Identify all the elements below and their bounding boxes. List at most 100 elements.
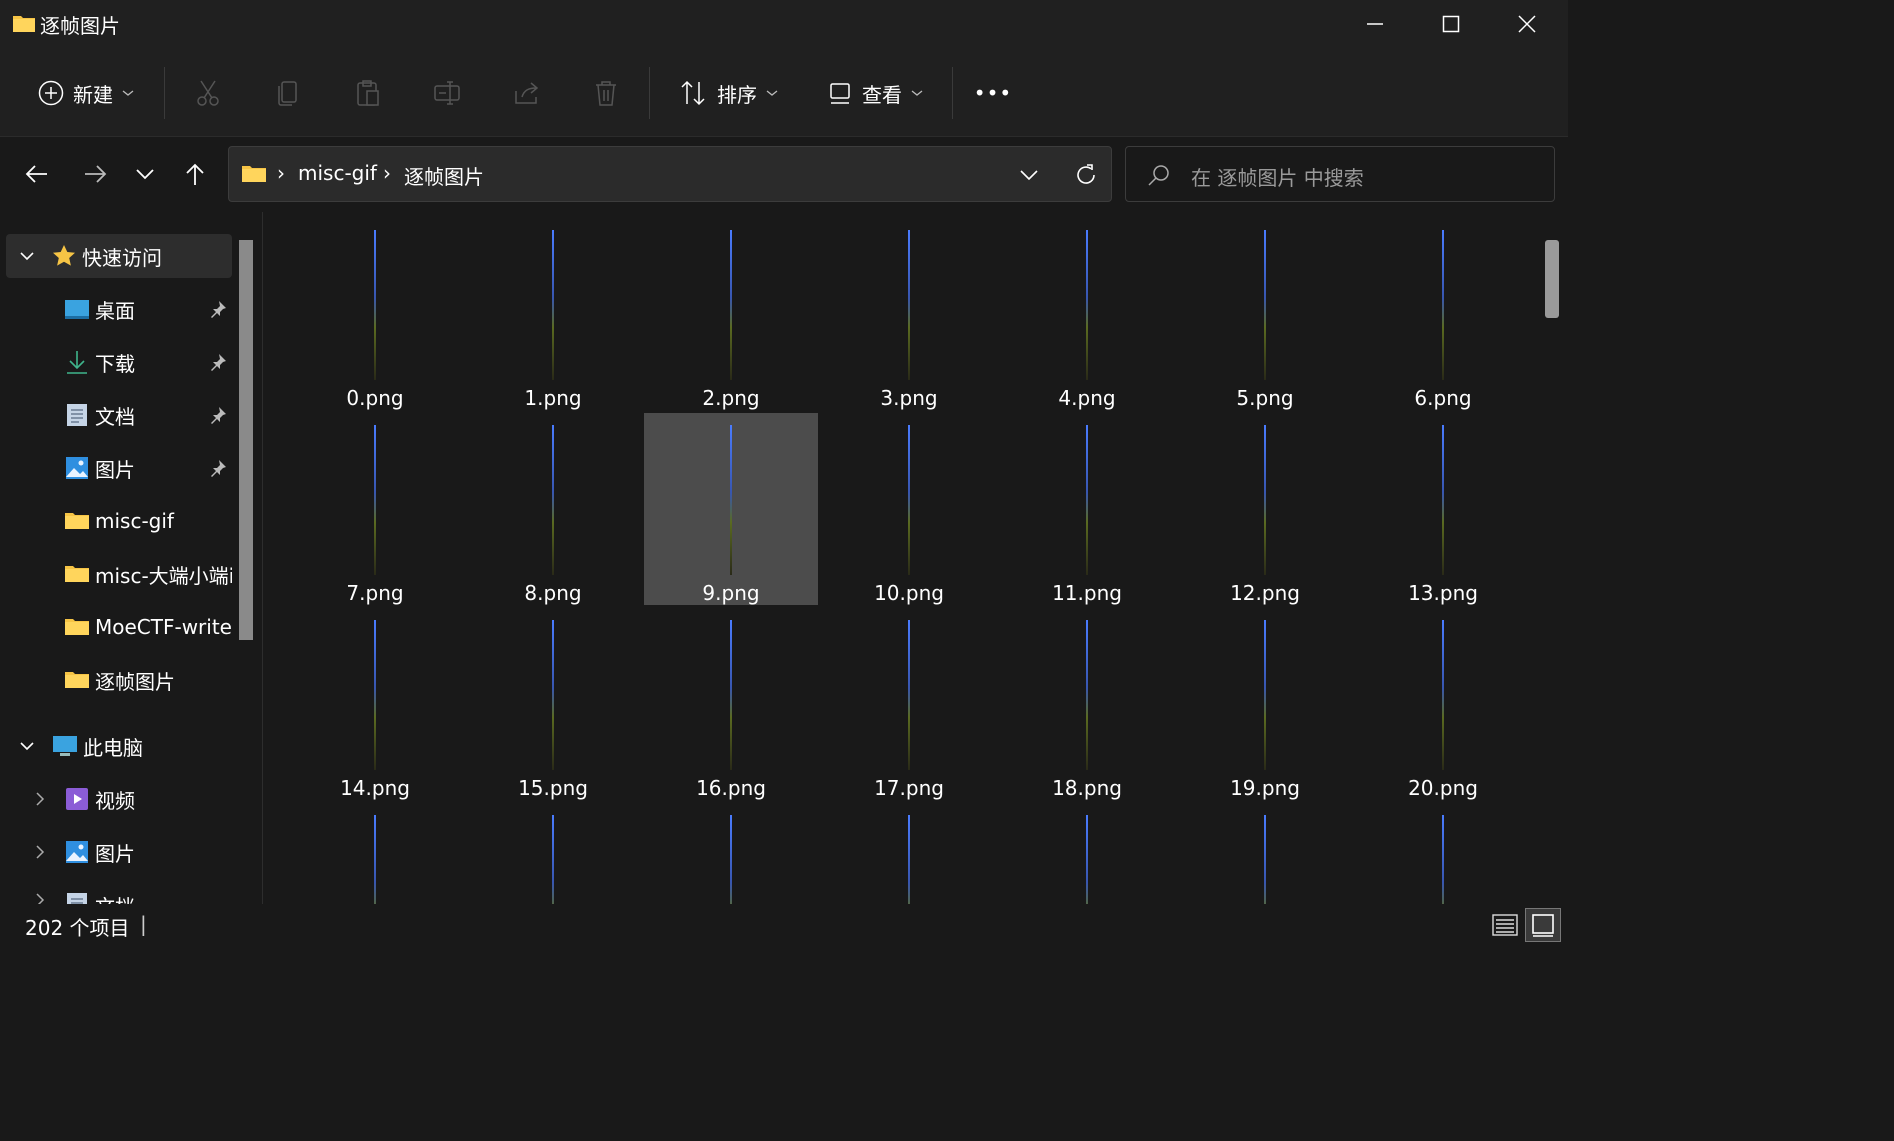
file-item[interactable]: 2.png — [644, 218, 818, 410]
image-thumbnail — [552, 620, 554, 770]
file-item[interactable]: 1.png — [466, 218, 640, 410]
content-scrollbar[interactable] — [1545, 240, 1559, 318]
folder-icon — [13, 16, 35, 32]
breadcrumb-separator: › — [383, 161, 391, 185]
address-dropdown-button[interactable] — [1015, 161, 1043, 189]
file-item[interactable]: 13.png — [1356, 413, 1530, 605]
image-thumbnail — [1086, 230, 1088, 380]
chevron-right-icon — [36, 792, 45, 806]
file-item[interactable]: 10.png — [822, 413, 996, 605]
status-bar: 202 个项目 | — [0, 904, 1568, 945]
breadcrumb-misc-gif[interactable]: misc-gif — [298, 161, 377, 185]
file-item[interactable]: 4.png — [1000, 218, 1174, 410]
document-icon — [67, 404, 87, 426]
file-item[interactable]: 14.png — [288, 608, 462, 800]
file-item[interactable] — [1000, 803, 1174, 904]
document-icon — [67, 893, 87, 904]
sidebar-item-videos[interactable]: 视频 — [0, 777, 232, 821]
sidebar-item-pc-documents[interactable]: 文档 — [0, 883, 232, 904]
file-item[interactable]: 0.png — [288, 218, 462, 410]
file-item[interactable]: 7.png — [288, 413, 462, 605]
recent-locations-button[interactable] — [132, 159, 158, 189]
sidebar-scrollbar[interactable] — [239, 240, 253, 640]
image-thumbnail — [730, 620, 732, 770]
pin-icon[interactable] — [208, 405, 228, 425]
more-options-button[interactable]: ••• — [970, 65, 1016, 121]
file-name: 20.png — [1408, 776, 1478, 800]
file-item[interactable]: 16.png — [644, 608, 818, 800]
refresh-button[interactable] — [1071, 160, 1101, 190]
sidebar-item-moectf-writeup[interactable]: MoeCTF-writeu — [0, 605, 232, 649]
file-item[interactable]: 17.png — [822, 608, 996, 800]
share-button[interactable] — [507, 65, 547, 121]
file-item[interactable] — [1356, 803, 1530, 904]
file-item[interactable]: 6.png — [1356, 218, 1530, 410]
maximize-button[interactable] — [1413, 0, 1489, 48]
details-view-icon — [1492, 914, 1518, 936]
file-item[interactable] — [288, 803, 462, 904]
large-icons-view-button[interactable] — [1525, 908, 1561, 942]
pin-icon[interactable] — [208, 352, 228, 372]
file-name: 1.png — [524, 386, 582, 410]
sidebar-item-documents[interactable]: 文档 — [0, 393, 232, 437]
sidebar-item-pc-pictures[interactable]: 图片 — [0, 830, 232, 874]
forward-button[interactable] — [78, 157, 112, 191]
more-icon: ••• — [973, 81, 1013, 105]
file-item[interactable]: 3.png — [822, 218, 996, 410]
minimize-button[interactable] — [1337, 0, 1413, 48]
sidebar-this-pc[interactable]: 此电脑 — [0, 724, 232, 768]
file-item[interactable]: 12.png — [1178, 413, 1352, 605]
view-button[interactable]: 查看 — [824, 65, 928, 121]
sidebar-item-misc-endian[interactable]: misc-大端小端i — [0, 552, 232, 596]
sidebar-item-pictures[interactable]: 图片 — [0, 446, 232, 490]
image-thumbnail — [730, 815, 732, 904]
file-item[interactable] — [466, 803, 640, 904]
cut-button[interactable] — [188, 65, 228, 121]
file-item[interactable]: 9.png — [644, 413, 818, 605]
sidebar-item-frames-folder[interactable]: 逐帧图片 — [0, 658, 232, 702]
search-icon — [1148, 165, 1169, 186]
sidebar-quick-access[interactable]: 快速访问 — [6, 234, 232, 278]
toolbar-separator — [649, 67, 650, 119]
file-name: 5.png — [1236, 386, 1294, 410]
file-item[interactable]: 18.png — [1000, 608, 1174, 800]
file-item[interactable]: 20.png — [1356, 608, 1530, 800]
file-name: 0.png — [346, 386, 404, 410]
toolbar-separator — [952, 67, 953, 119]
file-name: 10.png — [874, 581, 944, 605]
chevron-right-icon — [36, 845, 45, 859]
rename-button[interactable] — [427, 65, 467, 121]
file-name: 8.png — [524, 581, 582, 605]
file-item[interactable]: 8.png — [466, 413, 640, 605]
image-thumbnail — [1264, 425, 1266, 575]
breadcrumb-current-folder[interactable]: 逐帧图片 — [404, 161, 484, 190]
file-item[interactable] — [1178, 803, 1352, 904]
sidebar-item-downloads[interactable]: 下载 — [0, 340, 232, 384]
image-thumbnail — [1442, 815, 1444, 904]
search-box[interactable]: 在 逐帧图片 中搜索 — [1125, 146, 1555, 202]
address-bar[interactable]: › misc-gif › 逐帧图片 — [228, 146, 1112, 202]
sidebar-item-misc-gif[interactable]: misc-gif — [0, 499, 232, 543]
image-thumbnail — [1086, 815, 1088, 904]
file-item[interactable]: 5.png — [1178, 218, 1352, 410]
file-item[interactable] — [822, 803, 996, 904]
delete-button[interactable] — [586, 65, 626, 121]
file-item[interactable]: 15.png — [466, 608, 640, 800]
pin-icon[interactable] — [208, 299, 228, 319]
file-item[interactable]: 11.png — [1000, 413, 1174, 605]
up-button[interactable] — [178, 157, 212, 191]
file-name: 17.png — [874, 776, 944, 800]
pin-icon[interactable] — [208, 458, 228, 478]
file-item[interactable] — [644, 803, 818, 904]
sidebar-item-desktop[interactable]: 桌面 — [0, 287, 232, 331]
details-view-button[interactable] — [1490, 910, 1520, 940]
sort-icon — [681, 80, 705, 106]
sort-button[interactable]: 排序 — [674, 65, 784, 121]
back-button[interactable] — [20, 157, 54, 191]
close-button[interactable] — [1489, 0, 1565, 48]
image-thumbnail — [1264, 815, 1266, 904]
file-item[interactable]: 19.png — [1178, 608, 1352, 800]
copy-button[interactable] — [268, 65, 308, 121]
new-button[interactable]: 新建 — [28, 65, 144, 121]
paste-button[interactable] — [348, 65, 388, 121]
